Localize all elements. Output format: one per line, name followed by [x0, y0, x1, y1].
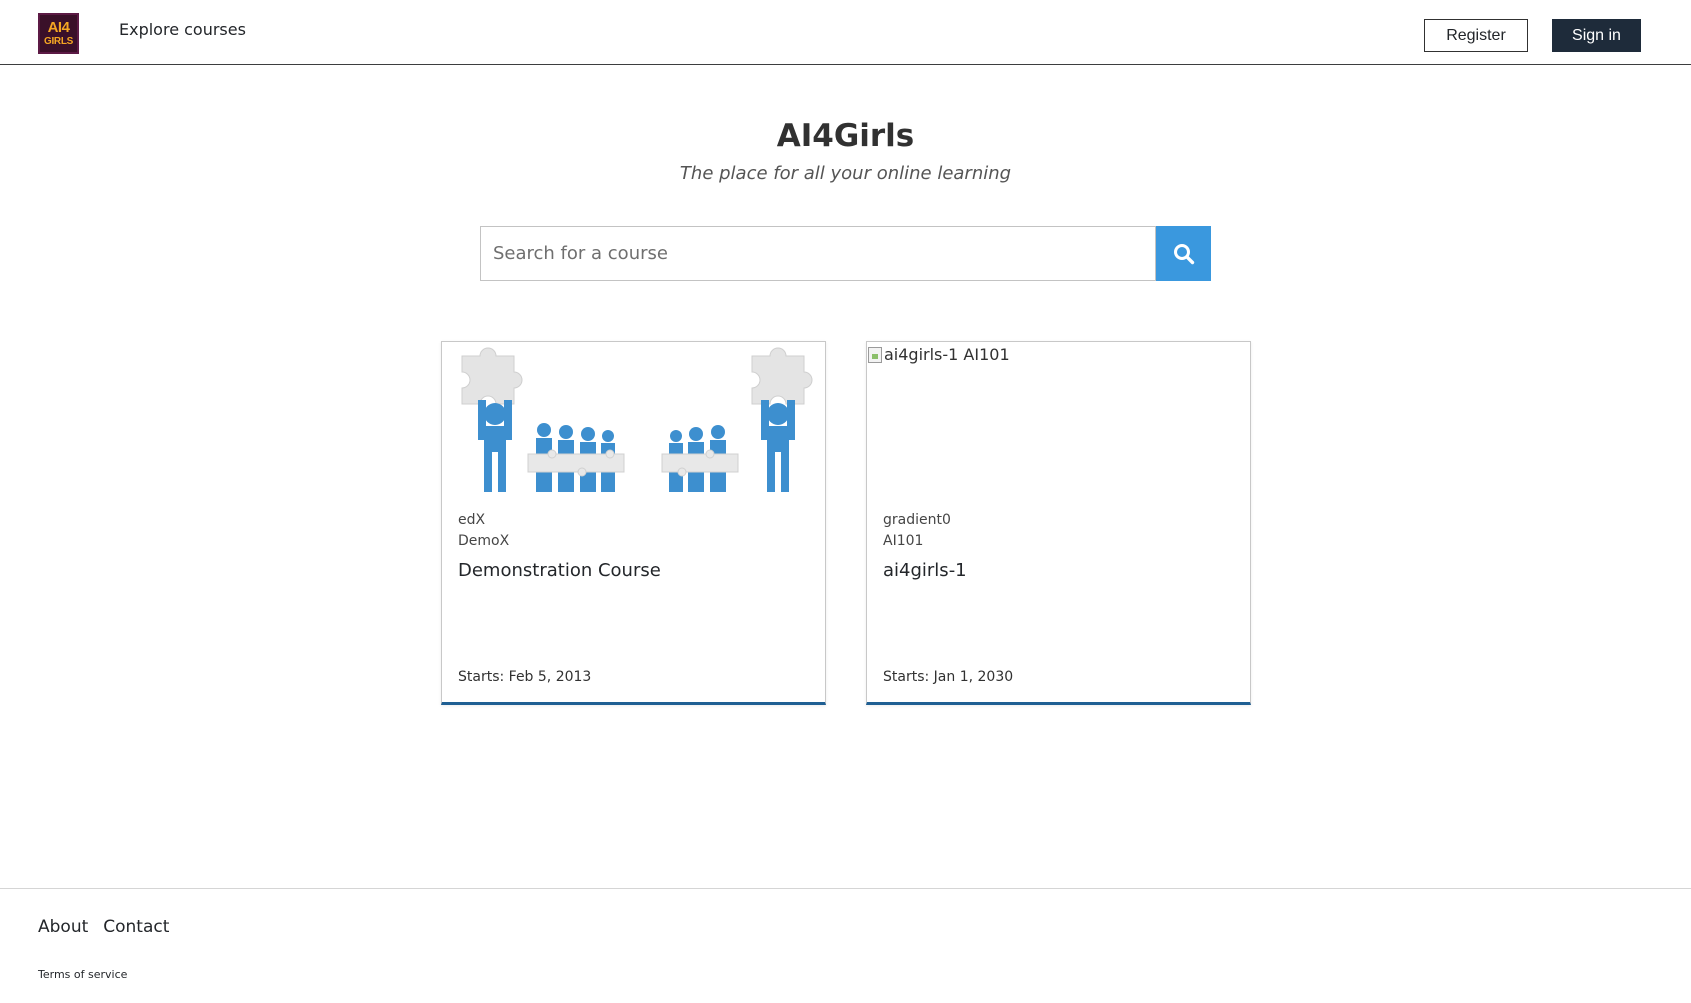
site-footer: About Contact Terms of service [0, 888, 1691, 1003]
search-button[interactable] [1156, 226, 1211, 281]
terms-of-service-link[interactable]: Terms of service [38, 968, 127, 981]
course-start-date: Starts: Feb 5, 2013 [458, 669, 592, 685]
logo-line-1: AI4 [47, 19, 70, 36]
search-icon [1173, 243, 1194, 264]
course-org: gradient0 [883, 512, 951, 528]
course-card[interactable]: ai4girls-1 AI101 gradient0 AI101 ai4girl… [866, 341, 1251, 705]
course-org: edX [458, 512, 486, 528]
puzzle-people-image [461, 347, 813, 492]
explore-courses-link[interactable]: Explore courses [119, 20, 246, 39]
course-name: Demonstration Course [458, 560, 661, 581]
course-image: ai4girls-1 AI101 [867, 342, 1250, 507]
page-subtitle: The place for all your online learning [679, 163, 1012, 184]
search-input[interactable] [480, 226, 1156, 281]
register-button[interactable]: Register [1424, 19, 1528, 52]
logo-line-2: GIRLS [43, 36, 74, 47]
image-alt-text: ai4girls-1 AI101 [884, 345, 1010, 364]
course-start-date: Starts: Jan 1, 2030 [883, 669, 1014, 685]
broken-image-icon [868, 346, 882, 363]
course-image [442, 342, 825, 507]
footer-contact-link[interactable]: Contact [103, 917, 169, 937]
course-code: AI101 [883, 533, 924, 549]
course-card[interactable]: edX DemoX Demonstration Course Starts: F… [441, 341, 826, 705]
course-search [480, 226, 1211, 281]
site-header: AI4 GIRLS Explore courses Register Sign … [0, 0, 1691, 65]
course-code: DemoX [458, 533, 510, 549]
footer-nav: About Contact [38, 917, 169, 937]
page-title: AI4Girls [776, 118, 915, 154]
ai4girls-logo[interactable]: AI4 GIRLS [38, 13, 79, 54]
course-name: ai4girls-1 [883, 560, 967, 581]
broken-image: ai4girls-1 AI101 [868, 345, 1010, 364]
sign-in-button[interactable]: Sign in [1552, 19, 1641, 52]
footer-about-link[interactable]: About [38, 917, 88, 937]
